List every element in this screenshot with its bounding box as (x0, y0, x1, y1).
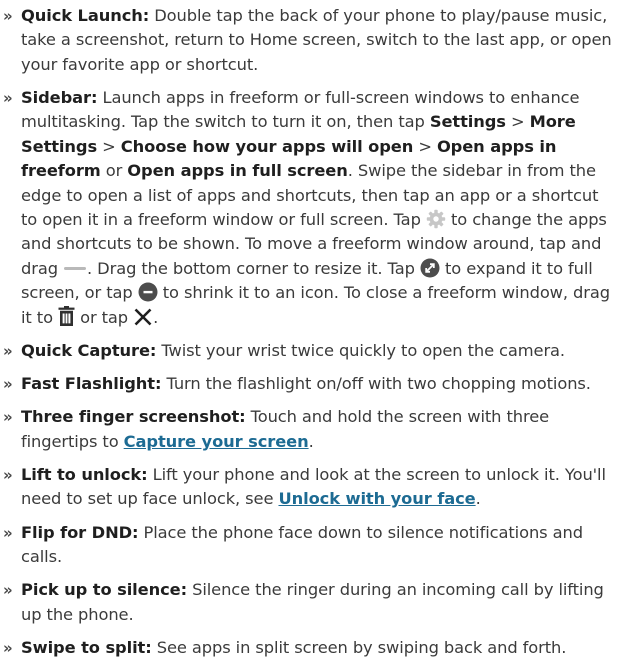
gear-icon (426, 209, 446, 229)
settings-label: Settings (429, 112, 506, 132)
bullet: » (3, 7, 13, 25)
unlock-with-face-link[interactable]: Unlock with your face (278, 489, 475, 508)
list-item-flip-for-dnd: » Flip for DND: Place the phone face dow… (0, 521, 620, 570)
item-text: . Drag the bottom corner to resize it. T… (87, 258, 415, 278)
item-text: . (153, 307, 159, 327)
item-text: . (308, 431, 314, 451)
item-text: Turn the flashlight on/off with two chop… (166, 374, 591, 394)
list-item-quick-launch: » Quick Launch: Double tap the back of y… (0, 4, 620, 77)
item-text: . (475, 489, 481, 509)
bullet: » (3, 408, 13, 427)
item-term: Fast Flashlight: (21, 374, 162, 394)
list-item-swipe-to-split: » Swipe to split: See apps in split scre… (0, 636, 620, 660)
item-text: or tap (80, 307, 129, 327)
item-text: Twist your wrist twice quickly to open t… (161, 340, 566, 360)
bullet: » (3, 341, 13, 360)
gestures-list: » Quick Launch: Double tap the back of y… (0, 0, 620, 660)
item-term: Pick up to silence: (21, 580, 188, 600)
item-term: Lift to unlock: (21, 464, 148, 484)
trash-icon (58, 305, 75, 327)
choose-how-apps-open-label: Choose how your apps will open (120, 136, 414, 156)
item-term: Quick Capture: (21, 340, 157, 360)
item-term: Flip for DND: (21, 522, 139, 542)
list-item-three-finger-screenshot: » Three finger screenshot: Touch and hol… (0, 405, 620, 454)
bullet: » (3, 465, 13, 484)
bullet: » (3, 581, 13, 600)
close-icon (133, 307, 153, 327)
list-item-lift-to-unlock: » Lift to unlock: Lift your phone and lo… (0, 463, 620, 512)
item-text: See apps in split screen by swiping back… (156, 637, 567, 657)
capture-screen-link[interactable]: Capture your screen (124, 432, 309, 451)
item-term: Sidebar: (21, 88, 98, 108)
list-item-sidebar: » Sidebar: Launch apps in freeform or fu… (0, 86, 620, 330)
bullet: » (3, 89, 13, 108)
separator: > (510, 112, 525, 132)
item-term: Swipe to split: (21, 637, 152, 657)
list-item-fast-flashlight: » Fast Flashlight: Turn the flashlight o… (0, 372, 620, 396)
list-item-quick-capture: » Quick Capture: Twist your wrist twice … (0, 339, 620, 363)
bullet: » (3, 523, 13, 542)
drag-handle-icon (64, 266, 87, 270)
bullet: » (3, 375, 13, 394)
separator: > (102, 136, 116, 156)
minimize-icon (138, 282, 158, 302)
separator: > (418, 136, 432, 156)
or-text: or (105, 161, 123, 181)
open-apps-full-screen-label: Open apps in full screen (127, 161, 348, 181)
item-term: Three finger screenshot: (21, 407, 246, 427)
bullet: » (3, 638, 13, 657)
item-term: Quick Launch: (21, 6, 150, 25)
expand-icon (420, 258, 440, 278)
list-item-pick-up-to-silence: » Pick up to silence: Silence the ringer… (0, 578, 620, 627)
